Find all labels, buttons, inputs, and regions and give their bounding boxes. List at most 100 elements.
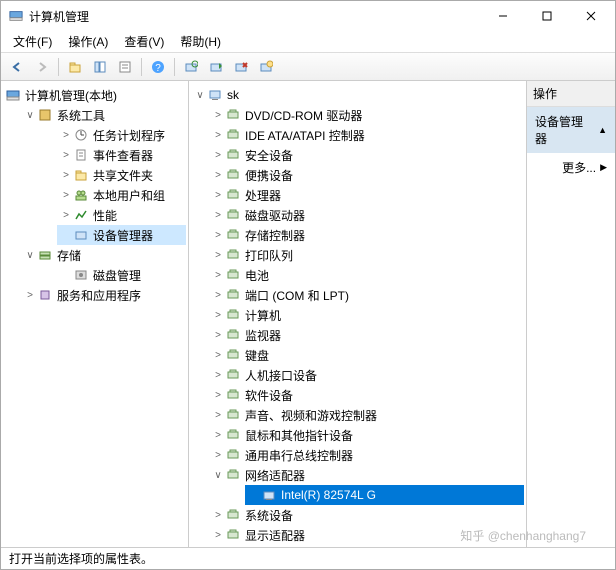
actions-item-more[interactable]: 更多... ▶ <box>527 153 615 182</box>
left-item-0-2[interactable]: > 共享文件夹 <box>57 165 186 185</box>
device-category-19[interactable]: >系统设备 <box>209 505 524 525</box>
help-button[interactable]: ? <box>146 56 170 78</box>
expand-icon[interactable]: > <box>211 330 225 341</box>
device-root[interactable]: ∨ sk <box>191 85 524 105</box>
up-button[interactable] <box>63 56 87 78</box>
device-category-0[interactable]: >DVD/CD-ROM 驱动器 <box>209 105 524 125</box>
device-category-12[interactable]: >键盘 <box>209 345 524 365</box>
device-category-4[interactable]: >处理器 <box>209 185 524 205</box>
menu-help[interactable]: 帮助(H) <box>172 31 229 52</box>
scan-hardware-button[interactable] <box>179 56 203 78</box>
show-hide-tree-button[interactable] <box>88 56 112 78</box>
properties-button[interactable] <box>113 56 137 78</box>
device-category-label: 显示适配器 <box>245 527 305 544</box>
expand-icon[interactable]: > <box>211 510 225 521</box>
device-category-15[interactable]: > 声音、视频和游戏控制器 <box>209 405 524 425</box>
enable-device-button[interactable] <box>204 56 228 78</box>
device-category-label: 声音、视频和游戏控制器 <box>245 407 377 424</box>
menu-view[interactable]: 查看(V) <box>116 31 172 52</box>
item-icon <box>73 227 89 243</box>
expand-icon[interactable]: > <box>211 210 225 221</box>
expand-icon[interactable]: ∨ <box>193 90 207 101</box>
left-item-0-3[interactable]: >本地用户和组 <box>57 185 186 205</box>
device-category-5[interactable]: > 磁盘驱动器 <box>209 205 524 225</box>
collapse-icon[interactable]: ∨ <box>23 250 37 261</box>
device-category-9[interactable]: > 端口 (COM 和 LPT) <box>209 285 524 305</box>
device-item-label: Intel(R) 82574L G <box>281 488 376 502</box>
device-category-6[interactable]: >存储控制器 <box>209 225 524 245</box>
device-category-18[interactable]: ∨网络适配器 <box>209 465 524 485</box>
device-category-label: 磁盘驱动器 <box>245 207 305 224</box>
expand-icon[interactable]: > <box>59 210 73 221</box>
expand-icon[interactable]: > <box>211 110 225 121</box>
expand-icon[interactable]: > <box>59 150 73 161</box>
expand-icon[interactable]: > <box>211 450 225 461</box>
device-category-21[interactable]: >音频输入和输出 <box>209 545 524 547</box>
expand-icon[interactable]: > <box>211 230 225 241</box>
device-item-18-0[interactable]: Intel(R) 82574L G <box>245 485 524 505</box>
expand-icon[interactable]: > <box>211 530 225 541</box>
left-item-0-4[interactable]: >性能 <box>57 205 186 225</box>
expand-icon[interactable]: > <box>59 190 73 201</box>
close-button[interactable] <box>569 2 613 30</box>
device-category-1[interactable]: >IDE ATA/ATAPI 控制器 <box>209 125 524 145</box>
svg-text:?: ? <box>155 63 161 74</box>
expand-icon[interactable]: > <box>211 390 225 401</box>
expand-icon[interactable]: > <box>211 190 225 201</box>
left-group-label: 服务和应用程序 <box>57 287 141 304</box>
left-group-1[interactable]: ∨存储 <box>21 245 186 265</box>
menu-action[interactable]: 操作(A) <box>60 31 116 52</box>
expand-icon[interactable]: > <box>211 130 225 141</box>
expand-icon[interactable]: > <box>211 170 225 181</box>
expand-icon[interactable]: > <box>59 170 73 181</box>
forward-button[interactable] <box>30 56 54 78</box>
expand-icon[interactable]: > <box>211 290 225 301</box>
network-adapter-icon <box>261 487 277 503</box>
actions-header: 操作 <box>527 81 615 107</box>
back-button[interactable] <box>5 56 29 78</box>
left-item-1-0[interactable]: 磁盘管理 <box>57 265 186 285</box>
left-item-0-1[interactable]: >事件查看器 <box>57 145 186 165</box>
device-category-3[interactable]: >便携设备 <box>209 165 524 185</box>
left-group-2[interactable]: > 服务和应用程序 <box>21 285 186 305</box>
device-category-11[interactable]: >监视器 <box>209 325 524 345</box>
expand-icon[interactable]: > <box>23 290 37 301</box>
device-category-16[interactable]: >鼠标和其他指针设备 <box>209 425 524 445</box>
device-category-10[interactable]: >计算机 <box>209 305 524 325</box>
collapse-icon[interactable]: ∨ <box>211 470 225 481</box>
update-driver-button[interactable] <box>254 56 278 78</box>
expand-icon[interactable]: > <box>211 250 225 261</box>
left-root[interactable]: 计算机管理(本地) <box>3 85 186 105</box>
left-item-0-0[interactable]: >任务计划程序 <box>57 125 186 145</box>
device-category-14[interactable]: >软件设备 <box>209 385 524 405</box>
uninstall-device-button[interactable] <box>229 56 253 78</box>
item-icon <box>73 147 89 163</box>
computer-icon <box>207 87 223 103</box>
device-category-7[interactable]: >打印队列 <box>209 245 524 265</box>
expand-icon[interactable]: > <box>211 310 225 321</box>
maximize-button[interactable] <box>525 2 569 30</box>
device-category-17[interactable]: >通用串行总线控制器 <box>209 445 524 465</box>
expand-icon[interactable]: > <box>211 430 225 441</box>
left-group-0[interactable]: ∨系统工具 <box>21 105 186 125</box>
device-category-8[interactable]: >电池 <box>209 265 524 285</box>
device-category-label: 端口 (COM 和 LPT) <box>245 287 349 304</box>
device-category-13[interactable]: > 人机接口设备 <box>209 365 524 385</box>
device-category-label: 人机接口设备 <box>245 367 317 384</box>
collapse-icon[interactable]: ∨ <box>23 110 37 121</box>
left-item-label: 共享文件夹 <box>93 167 153 184</box>
group-icon <box>37 287 53 303</box>
left-item-0-5[interactable]: 设备管理器 <box>57 225 186 245</box>
device-category-icon <box>225 147 241 163</box>
expand-icon[interactable]: > <box>211 270 225 281</box>
device-category-20[interactable]: > 显示适配器 <box>209 525 524 545</box>
expand-icon[interactable]: > <box>211 150 225 161</box>
menu-file[interactable]: 文件(F) <box>5 31 60 52</box>
expand-icon[interactable]: > <box>59 130 73 141</box>
actions-item-device-manager[interactable]: 设备管理器 ▲ <box>527 107 615 153</box>
expand-icon[interactable]: > <box>211 410 225 421</box>
expand-icon[interactable]: > <box>211 350 225 361</box>
device-category-2[interactable]: >安全设备 <box>209 145 524 165</box>
expand-icon[interactable]: > <box>211 370 225 381</box>
minimize-button[interactable] <box>481 2 525 30</box>
